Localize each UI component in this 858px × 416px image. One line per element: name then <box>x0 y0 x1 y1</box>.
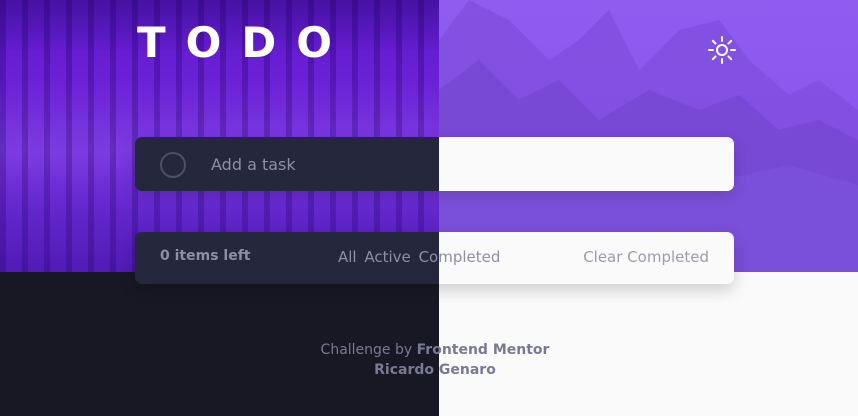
theme-toggle-button[interactable] <box>706 34 738 66</box>
new-task-input[interactable] <box>211 147 711 181</box>
author-link[interactable]: Ricardo Genaro <box>374 362 496 378</box>
new-task-bar <box>135 137 734 191</box>
attribution-prefix: Challenge by <box>320 342 413 358</box>
items-left-count: 0 items left <box>160 248 251 264</box>
app-logo: TODO <box>137 18 352 67</box>
filter-bar: 0 items left All Active Completed Clear … <box>135 232 734 284</box>
clear-completed-button[interactable]: Clear Completed <box>583 248 709 266</box>
filter-tabs: All Active Completed <box>338 248 503 266</box>
attribution: Challenge by Frontend Mentor Ricardo Gen… <box>0 340 858 380</box>
filter-active-button[interactable]: Active <box>364 248 410 266</box>
filter-completed-button[interactable]: Completed <box>419 248 501 266</box>
frontend-mentor-link[interactable]: Frontend Mentor <box>417 342 550 358</box>
sun-icon <box>708 36 736 64</box>
filter-all-button[interactable]: All <box>338 248 357 266</box>
attribution-line: Challenge by Frontend Mentor <box>0 340 858 360</box>
circle-icon[interactable] <box>160 152 186 178</box>
